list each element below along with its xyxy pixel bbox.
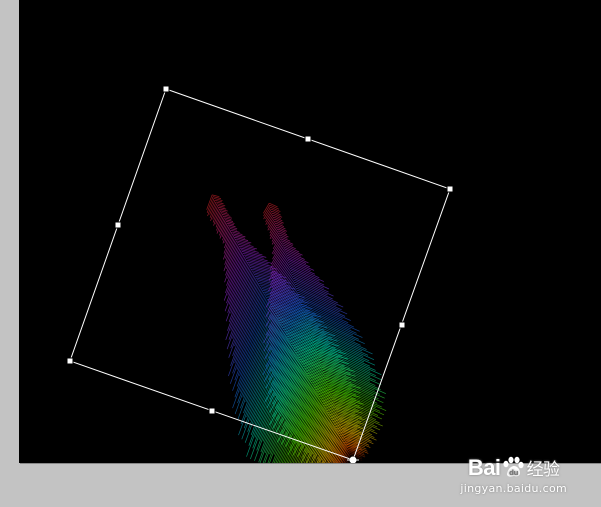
- transform-handle-icon[interactable]: [398, 321, 406, 329]
- logo-text-left: Bai: [467, 455, 501, 480]
- logo-text-right: 经验: [526, 460, 561, 480]
- canvas-artwork: [66, 85, 454, 463]
- baidu-logo: Bai du 经验: [460, 456, 567, 482]
- transform-handle-icon[interactable]: [304, 135, 312, 143]
- photoshop-document-window: Bai du 经验 jingyan.baidu.com: [0, 0, 601, 507]
- transform-handle-icon[interactable]: [162, 85, 170, 93]
- svg-text:du: du: [509, 469, 519, 477]
- baidu-jingyan-watermark: Bai du 经验 jingyan.baidu.com: [460, 456, 567, 496]
- transform-handle-icon[interactable]: [114, 221, 122, 229]
- canvas[interactable]: [19, 0, 601, 463]
- feather-barb: [228, 272, 254, 340]
- transform-handle-icon[interactable]: [208, 407, 216, 415]
- watermark-url: jingyan.baidu.com: [460, 482, 567, 495]
- paw-icon: du: [502, 456, 524, 477]
- rainbow-feather-icon: [206, 191, 387, 463]
- transform-handle-icon[interactable]: [66, 357, 74, 365]
- transform-handle-icon[interactable]: [446, 185, 454, 193]
